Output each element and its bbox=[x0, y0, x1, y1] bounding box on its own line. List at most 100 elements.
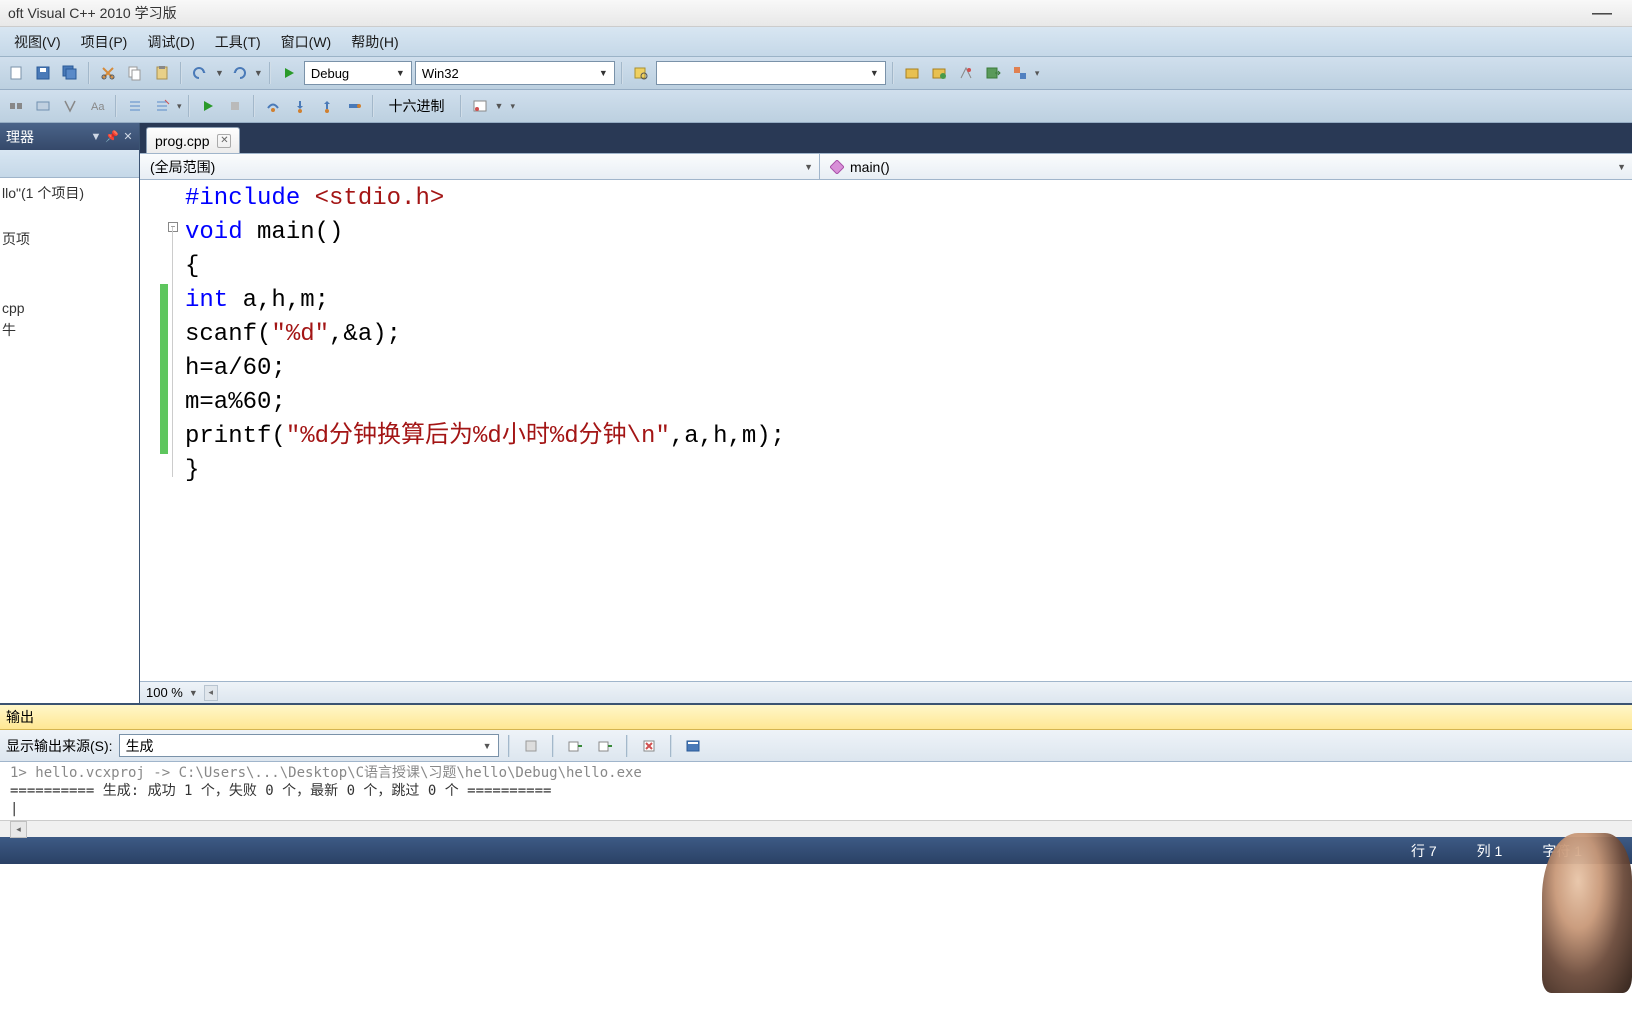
tool-icon-2[interactable] bbox=[927, 61, 951, 85]
zoom-bar: 100 % ▼ ◂ bbox=[140, 681, 1632, 703]
zoom-level[interactable]: 100 % bbox=[146, 685, 183, 700]
file-tab-prog[interactable]: prog.cpp ✕ bbox=[146, 127, 240, 153]
hscroll-left-button[interactable]: ◂ bbox=[10, 821, 27, 838]
panel-dropdown-icon[interactable]: ▼ bbox=[89, 130, 103, 144]
tool-icon-5[interactable] bbox=[1008, 61, 1032, 85]
step-icon[interactable] bbox=[342, 94, 366, 118]
output-tool-2[interactable] bbox=[563, 734, 587, 758]
output-content[interactable]: 1> hello.vcxproj -> C:\Users\...\Desktop… bbox=[0, 762, 1632, 820]
cut-icon[interactable] bbox=[96, 61, 120, 85]
tree-solution-node[interactable]: llo"(1 个项目) bbox=[2, 182, 137, 204]
scope-dropdown-right[interactable]: main() ▼ bbox=[820, 154, 1632, 179]
panel-close-icon[interactable]: ✕ bbox=[121, 130, 135, 144]
menu-bar: 视图(V) 项目(P) 调试(D) 工具(T) 窗口(W) 帮助(H) bbox=[0, 27, 1632, 57]
menu-debug[interactable]: 调试(D) bbox=[137, 28, 204, 56]
scope-left-value: (全局范围) bbox=[150, 157, 215, 177]
comment-icon[interactable] bbox=[123, 94, 147, 118]
output-line: 1> hello.vcxproj -> C:\Users\...\Desktop… bbox=[10, 764, 1622, 782]
solution-explorer-title: 理器 bbox=[6, 127, 34, 147]
dropdown-arrow-icon: ▼ bbox=[483, 741, 492, 751]
tree-item[interactable]: cpp bbox=[2, 297, 137, 319]
toolbar-separator bbox=[115, 95, 117, 117]
status-column: 列 1 bbox=[1477, 841, 1503, 861]
start-debug-icon[interactable] bbox=[277, 61, 301, 85]
standard-toolbar: ▼ ▼ Debug ▼ Win32 ▼ ▼ ▾ bbox=[0, 57, 1632, 90]
new-file-icon[interactable] bbox=[4, 61, 28, 85]
toolbar-separator bbox=[621, 62, 623, 84]
debug-tool-4[interactable]: Aa bbox=[85, 94, 109, 118]
find-dropdown[interactable]: ▼ bbox=[656, 61, 886, 85]
redo-dropdown-arrow[interactable]: ▼ bbox=[254, 68, 263, 78]
menu-tools[interactable]: 工具(T) bbox=[205, 28, 271, 56]
status-bar: 行 7 列 1 字符 1 bbox=[0, 837, 1632, 864]
output-wrap-icon[interactable] bbox=[681, 734, 705, 758]
output-header[interactable]: 输出 bbox=[0, 705, 1632, 730]
debug-window-icon[interactable] bbox=[468, 94, 492, 118]
output-source-label: 显示输出来源(S): bbox=[6, 736, 113, 756]
output-tool-1[interactable] bbox=[519, 734, 543, 758]
scope-dropdown-left[interactable]: (全局范围) ▼ bbox=[140, 154, 820, 179]
toolbar-overflow-icon[interactable]: ▾ bbox=[510, 101, 515, 112]
change-indicator bbox=[160, 284, 168, 454]
copy-icon[interactable] bbox=[123, 61, 147, 85]
paste-icon[interactable] bbox=[150, 61, 174, 85]
toolbar-separator bbox=[188, 95, 190, 117]
hex-button[interactable]: 十六进制 bbox=[380, 94, 454, 118]
toolbar-separator bbox=[269, 62, 271, 84]
solution-platform-dropdown[interactable]: Win32 ▼ bbox=[415, 61, 615, 85]
output-source-dropdown[interactable]: 生成 ▼ bbox=[119, 734, 499, 757]
output-tool-3[interactable] bbox=[593, 734, 617, 758]
step-over-icon[interactable] bbox=[261, 94, 285, 118]
main-area: 理器 ▼ 📌 ✕ llo"(1 个项目) 页项 cpp 牛 prog.cpp ✕ bbox=[0, 123, 1632, 703]
tool-icon-1[interactable] bbox=[900, 61, 924, 85]
output-clear-icon[interactable] bbox=[637, 734, 661, 758]
solution-explorer-toolbar bbox=[0, 150, 139, 178]
undo-icon[interactable] bbox=[188, 61, 212, 85]
save-all-icon[interactable] bbox=[58, 61, 82, 85]
menu-view[interactable]: 视图(V) bbox=[4, 28, 71, 56]
toolbar-separator bbox=[552, 735, 554, 757]
toolbar-separator bbox=[626, 735, 628, 757]
solution-tree[interactable]: llo"(1 个项目) 页项 cpp 牛 bbox=[0, 178, 139, 703]
debug-tool-1[interactable] bbox=[4, 94, 28, 118]
toolbar-overflow-icon[interactable]: ▾ bbox=[177, 101, 182, 112]
scope-navigator: (全局范围) ▼ main() ▼ bbox=[140, 153, 1632, 180]
dropdown-arrow-icon: ▼ bbox=[1617, 162, 1626, 172]
tree-item[interactable]: 页项 bbox=[2, 228, 137, 250]
debug-toolbar: Aa ▾ 十六进制 ▼ ▾ bbox=[0, 90, 1632, 123]
menu-window[interactable]: 窗口(W) bbox=[271, 28, 342, 56]
tab-close-icon[interactable]: ✕ bbox=[217, 134, 231, 148]
toolbar-overflow-icon[interactable]: ▾ bbox=[1035, 68, 1040, 79]
panel-pin-icon[interactable]: 📌 bbox=[105, 130, 119, 144]
step-out-icon[interactable] bbox=[315, 94, 339, 118]
file-tab-label: prog.cpp bbox=[155, 133, 209, 149]
debug-tool-2[interactable] bbox=[31, 94, 55, 118]
output-panel: 输出 显示输出来源(S): 生成 ▼ 1> hello.vcxproj -> C… bbox=[0, 703, 1632, 837]
find-in-files-icon[interactable] bbox=[629, 61, 653, 85]
tool-icon-4[interactable] bbox=[981, 61, 1005, 85]
toolbar-separator bbox=[180, 62, 182, 84]
output-scrollbar[interactable]: ◂ bbox=[0, 820, 1632, 837]
undo-dropdown-arrow[interactable]: ▼ bbox=[215, 68, 224, 78]
solution-config-dropdown[interactable]: Debug ▼ bbox=[304, 61, 412, 85]
hscroll-left-button[interactable]: ◂ bbox=[204, 685, 218, 701]
code-editor[interactable]: − #include <stdio.h> void main() { int a… bbox=[140, 180, 1632, 681]
uncomment-icon[interactable] bbox=[150, 94, 174, 118]
run-icon[interactable] bbox=[196, 94, 220, 118]
redo-icon[interactable] bbox=[227, 61, 251, 85]
minimize-button[interactable]: — bbox=[1592, 2, 1612, 25]
debug-tool-3[interactable] bbox=[58, 94, 82, 118]
solution-explorer-header[interactable]: 理器 ▼ 📌 ✕ bbox=[0, 123, 139, 150]
dropdown-arrow-icon[interactable]: ▼ bbox=[495, 101, 504, 111]
menu-help[interactable]: 帮助(H) bbox=[341, 28, 408, 56]
menu-project[interactable]: 项目(P) bbox=[71, 28, 138, 56]
save-icon[interactable] bbox=[31, 61, 55, 85]
zoom-dropdown-arrow[interactable]: ▼ bbox=[189, 688, 198, 698]
step-into-icon[interactable] bbox=[288, 94, 312, 118]
tree-item[interactable]: 牛 bbox=[2, 319, 137, 341]
code-content[interactable]: #include <stdio.h> void main() { int a,h… bbox=[185, 180, 1632, 681]
dropdown-arrow-icon: ▼ bbox=[804, 162, 813, 172]
stop-icon[interactable] bbox=[223, 94, 247, 118]
tool-icon-3[interactable] bbox=[954, 61, 978, 85]
fold-toggle-icon[interactable]: − bbox=[168, 222, 178, 232]
